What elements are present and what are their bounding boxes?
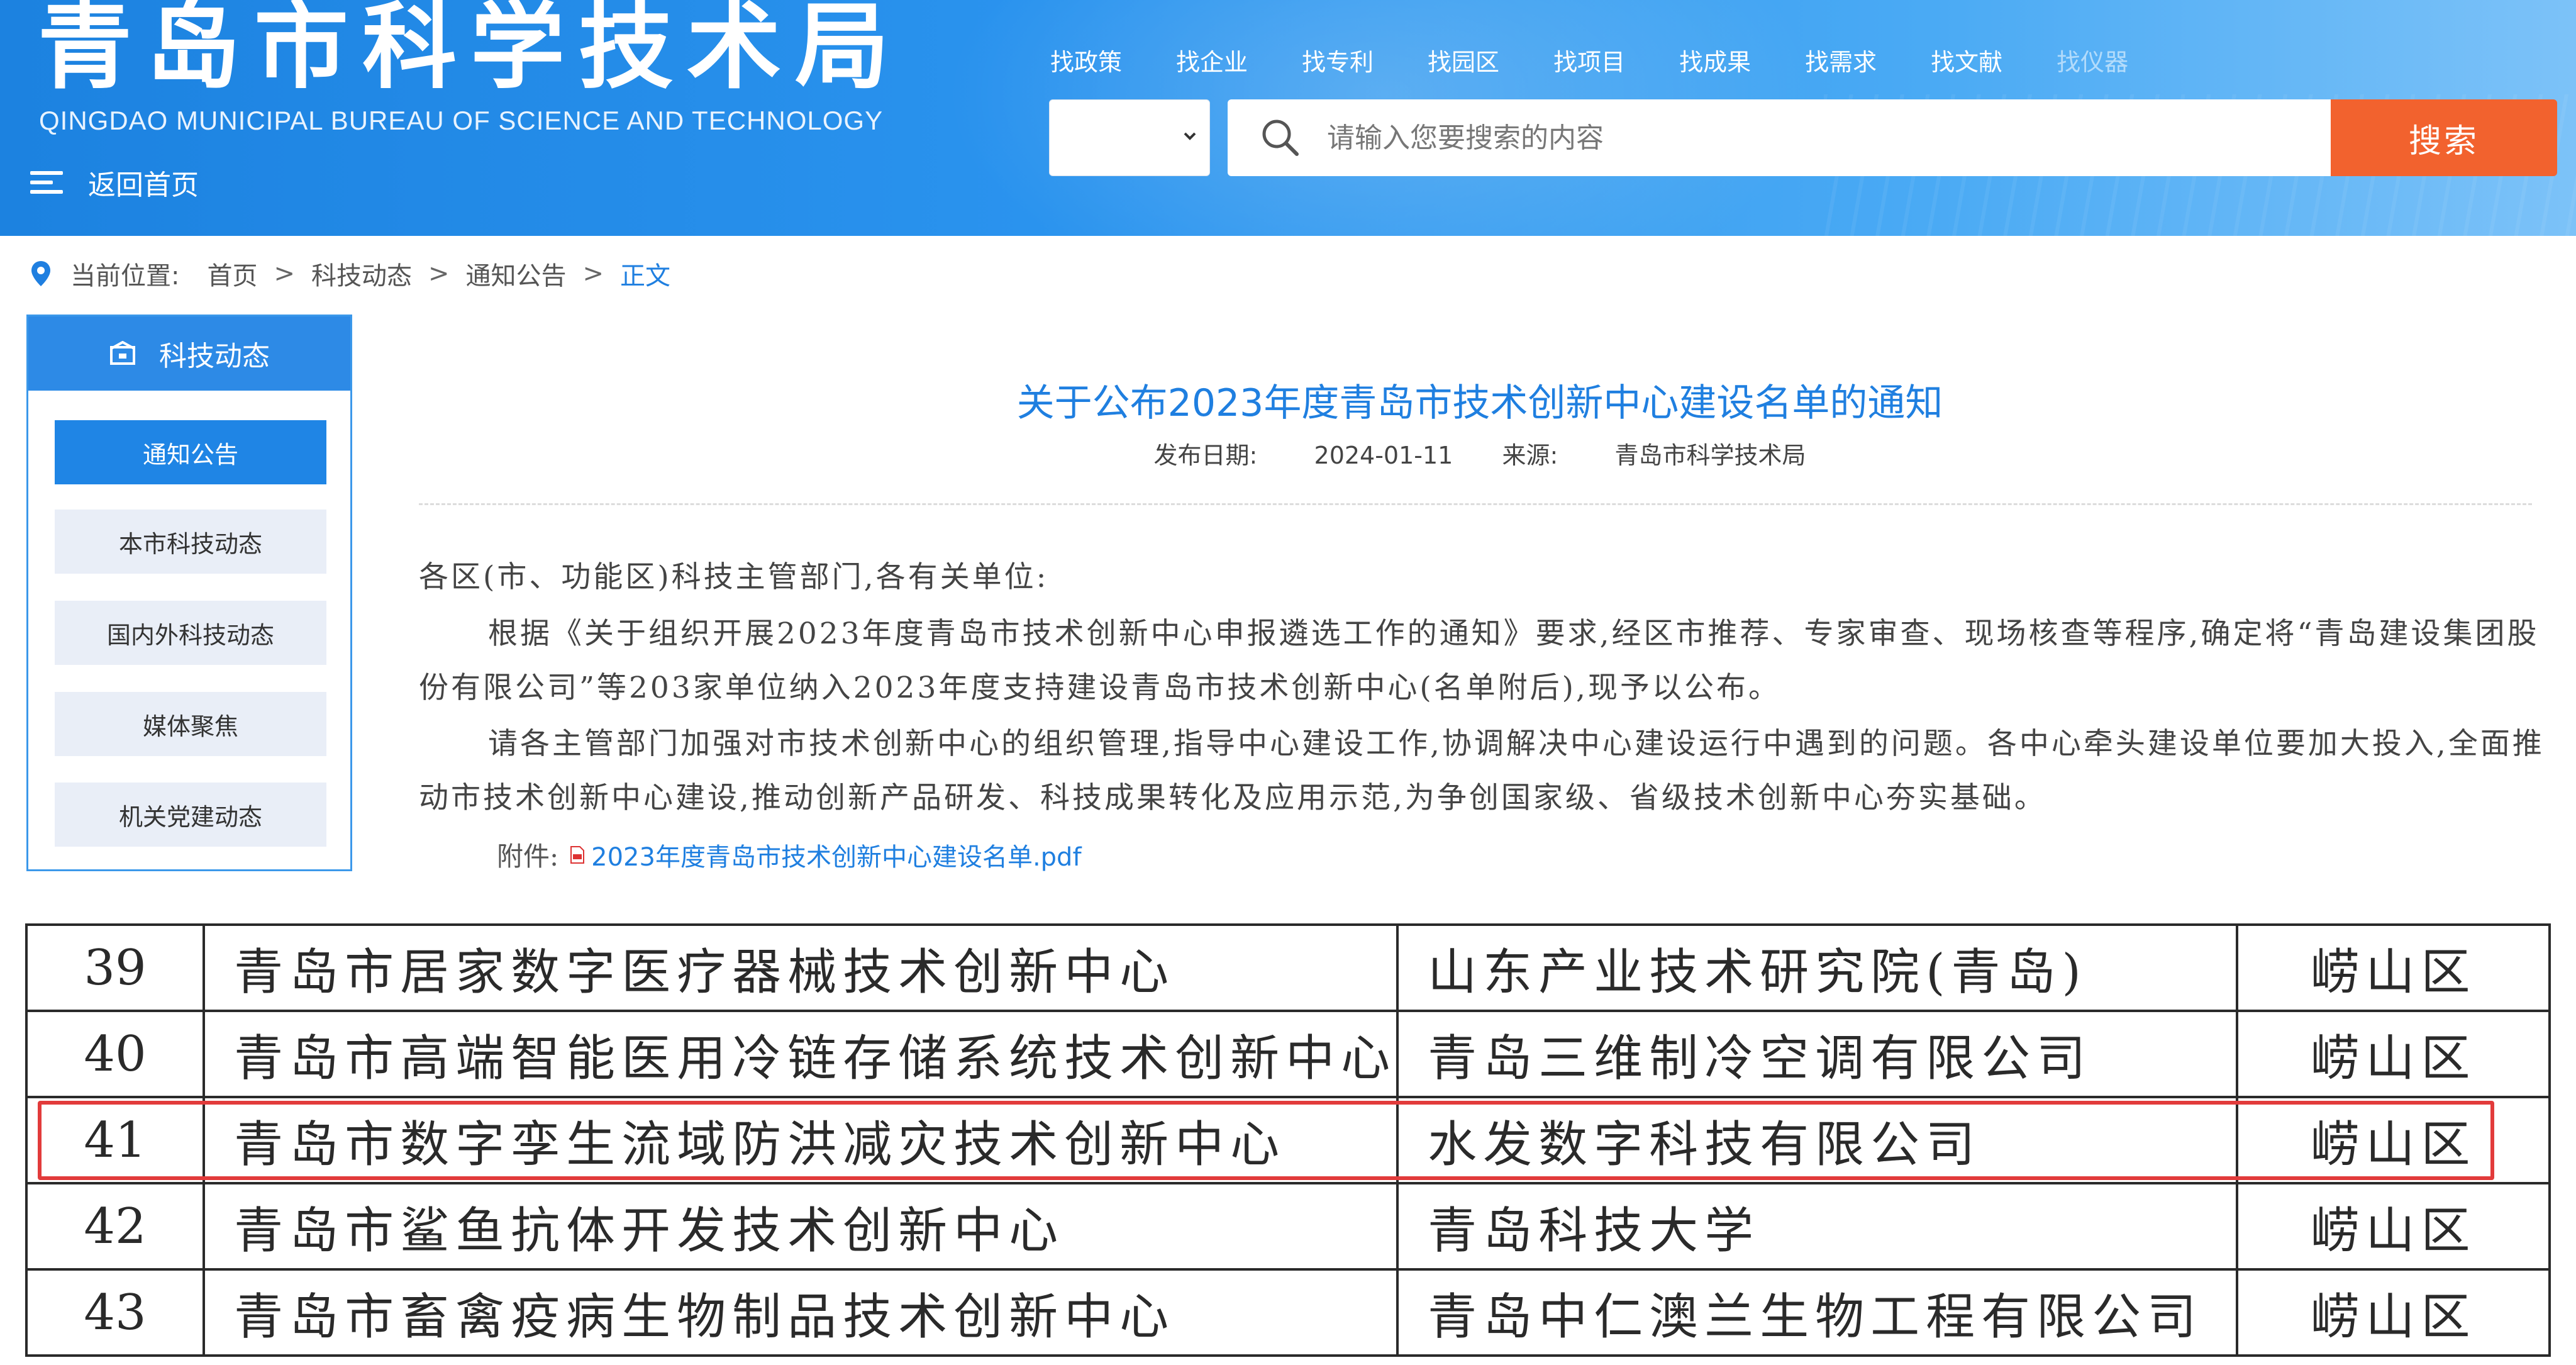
search-category-select[interactable]: [1049, 99, 1210, 176]
nav-link-demand[interactable]: 找需求: [1805, 43, 1877, 77]
attachment-label: 附件:: [497, 841, 559, 872]
publish-date: 发布日期: 2024-01-11: [1154, 442, 1453, 469]
nav-link-literature[interactable]: 找文献: [1931, 43, 2002, 77]
search-icon: [1262, 120, 1299, 156]
article-source: 来源: 青岛市科学技术局: [1502, 442, 1806, 469]
sidebar-header: 科技动态: [28, 316, 350, 391]
breadcrumb-home[interactable]: 首页: [207, 255, 257, 292]
attachment: 附件: 2023年度青岛市技术创新中心建设名单.pdf: [497, 835, 1082, 874]
article-meta: 发布日期: 2024-01-11 来源: 青岛市科学技术局: [384, 436, 2576, 471]
table-row-highlighted: 41 青岛市数字孪生流域防洪减灾技术创新中心 水发数字科技有限公司 崂山区: [25, 1096, 2551, 1184]
back-home-link[interactable]: 返回首页: [30, 160, 199, 204]
chevron-down-icon: [1184, 132, 1196, 140]
sidebar-item-media[interactable]: 媒体聚焦: [55, 692, 326, 756]
lead-organization: 青岛科技大学: [1396, 1182, 2238, 1271]
row-number: 43: [25, 1268, 206, 1357]
site-header: 青岛市科学技术局 QINGDAO MUNICIPAL BUREAU OF SCI…: [0, 0, 2576, 236]
back-home-label: 返回首页: [88, 169, 199, 201]
center-name: 青岛市高端智能医用冷链存储系统技术创新中心: [203, 1010, 1399, 1098]
row-number: 39: [25, 923, 206, 1012]
sidebar-title: 科技动态: [159, 340, 270, 372]
article: 关于公布2023年度青岛市技术创新中心建设名单的通知 发布日期: 2024-01…: [384, 315, 2576, 909]
center-name: 青岛市数字孪生流域防洪减灾技术创新中心: [203, 1096, 1399, 1184]
article-paragraph: 根据《关于组织开展2023年度青岛市技术创新中心申报遴选工作的通知》要求,经区市…: [419, 616, 2540, 705]
center-name: 青岛市鲨鱼抗体开发技术创新中心: [203, 1182, 1399, 1271]
site-title: 青岛市科学技术局: [38, 0, 904, 102]
source-label: 来源:: [1502, 442, 1558, 469]
lead-organization: 青岛中仁澳兰生物工程有限公司: [1396, 1268, 2238, 1357]
table-row: 42 青岛市鲨鱼抗体开发技术创新中心 青岛科技大学 崂山区: [25, 1182, 2551, 1271]
sidebar-item-notices[interactable]: 通知公告: [55, 420, 326, 484]
pdf-file-icon: [570, 845, 585, 864]
nav-link-instrument[interactable]: 找仪器: [2057, 43, 2128, 77]
article-divider: [419, 503, 2532, 505]
nav-link-enterprise[interactable]: 找企业: [1176, 43, 1248, 77]
table-row: 39 青岛市居家数字医疗器械技术创新中心 山东产业技术研究院(青岛) 崂山区: [25, 923, 2551, 1012]
row-number: 41: [25, 1096, 206, 1184]
article-paragraph: 各区(市、功能区)科技主管部门,各有关单位:: [419, 560, 1049, 594]
sidebar-item-world-news[interactable]: 国内外科技动态: [55, 601, 326, 665]
home-icon: [110, 341, 135, 365]
nav-link-patent[interactable]: 找专利: [1302, 43, 1374, 77]
row-number: 42: [25, 1182, 206, 1271]
top-nav: 找政策 找企业 找专利 找园区 找项目 找成果 找需求 找文献 找仪器: [1050, 43, 2182, 77]
menu-icon: [30, 170, 63, 195]
breadcrumb-label: 当前位置:: [70, 262, 180, 291]
breadcrumb: 当前位置: 首页 > 科技动态 > 通知公告 > 正文: [30, 255, 670, 292]
breadcrumb-current: 正文: [620, 262, 671, 291]
table-row: 43 青岛市畜禽疫病生物制品技术创新中心 青岛中仁澳兰生物工程有限公司 崂山区: [25, 1268, 2551, 1357]
nav-link-project[interactable]: 找项目: [1553, 43, 1625, 77]
row-number: 40: [25, 1010, 206, 1098]
district: 崂山区: [2235, 1010, 2551, 1098]
lead-organization: 水发数字科技有限公司: [1396, 1096, 2238, 1184]
center-list-table: 39 青岛市居家数字医疗器械技术创新中心 山东产业技术研究院(青岛) 崂山区 4…: [25, 911, 2553, 1365]
district: 崂山区: [2235, 923, 2551, 1012]
search-input[interactable]: [1327, 121, 2270, 154]
center-name: 青岛市居家数字医疗器械技术创新中心: [203, 923, 1399, 1012]
nav-link-policy[interactable]: 找政策: [1050, 43, 1122, 77]
breadcrumb-separator: >: [428, 259, 450, 288]
attachment-link[interactable]: 2023年度青岛市技术创新中心建设名单.pdf: [591, 837, 1081, 873]
search-button[interactable]: 搜索: [2331, 99, 2557, 176]
table-row: 40 青岛市高端智能医用冷链存储系统技术创新中心 青岛三维制冷空调有限公司 崂山…: [25, 1010, 2551, 1098]
sidebar-item-party[interactable]: 机关党建动态: [55, 783, 326, 847]
search-box: [1228, 99, 2332, 176]
center-name: 青岛市畜禽疫病生物制品技术创新中心: [203, 1268, 1399, 1357]
article-paragraph: 请各主管部门加强对市技术创新中心的组织管理,指导中心建设工作,协调解决中心建设运…: [419, 727, 2545, 815]
lead-organization: 青岛三维制冷空调有限公司: [1396, 1010, 2238, 1098]
sidebar-item-local-news[interactable]: 本市科技动态: [55, 510, 326, 574]
site-subtitle: QINGDAO MUNICIPAL BUREAU OF SCIENCE AND …: [39, 106, 884, 135]
location-pin-icon: [31, 261, 50, 286]
sidebar: 科技动态 通知公告 本市科技动态 国内外科技动态 媒体聚焦 机关党建动态: [26, 315, 352, 871]
publish-date-value: 2024-01-11: [1314, 442, 1453, 469]
breadcrumb-separator: >: [274, 259, 295, 288]
source-value: 青岛市科学技术局: [1614, 442, 1806, 469]
publish-date-label: 发布日期:: [1153, 442, 1258, 469]
district: 崂山区: [2235, 1096, 2551, 1184]
district: 崂山区: [2235, 1268, 2551, 1357]
nav-link-park[interactable]: 找园区: [1428, 43, 1499, 77]
lead-organization: 山东产业技术研究院(青岛): [1396, 923, 2238, 1012]
district: 崂山区: [2235, 1182, 2551, 1271]
breadcrumb-separator: >: [582, 259, 604, 288]
breadcrumb-tech-news[interactable]: 科技动态: [311, 255, 412, 292]
article-title: 关于公布2023年度青岛市技术创新中心建设名单的通知: [1016, 381, 1943, 425]
breadcrumb-notices[interactable]: 通知公告: [466, 255, 567, 292]
nav-link-achievement[interactable]: 找成果: [1679, 43, 1751, 77]
